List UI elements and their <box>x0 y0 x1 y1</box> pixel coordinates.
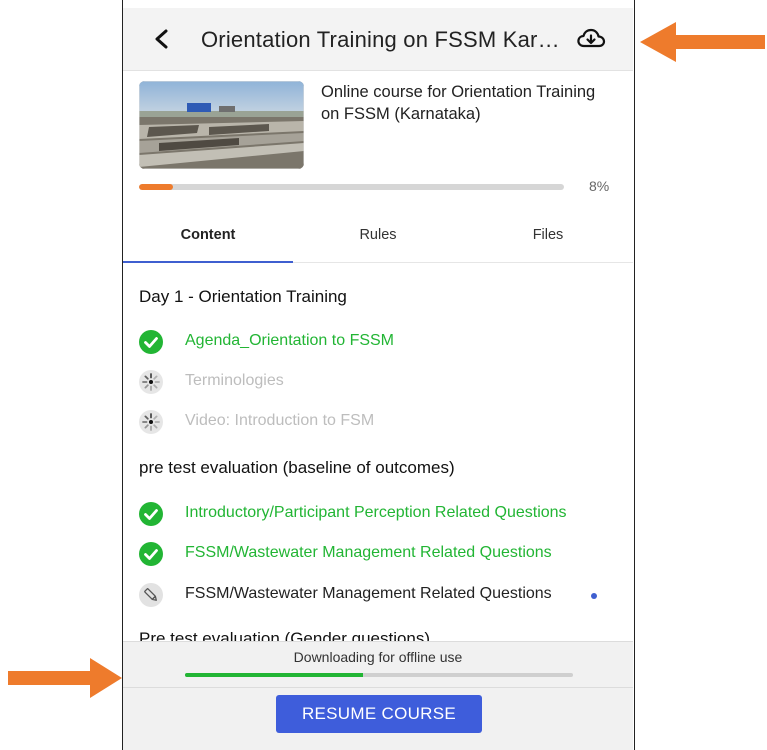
list-item[interactable]: Introductory/Participant Perception Rela… <box>139 499 619 529</box>
course-progress-bar <box>139 184 564 190</box>
content-list: Day 1 - Orientation Training Agenda_Orie… <box>123 263 633 643</box>
resume-course-button[interactable]: RESUME COURSE <box>276 695 482 733</box>
list-item-label: FSSM/Wastewater Management Related Quest… <box>185 585 585 603</box>
course-progress-fill <box>139 184 173 190</box>
check-circle-icon <box>139 330 163 354</box>
phone-screen: Orientation Training on FSSM Karnataka <box>122 0 635 750</box>
download-progress-bar <box>185 673 573 677</box>
loading-spinner-icon <box>139 410 163 434</box>
annotation-arrow-left-icon <box>640 22 765 62</box>
divider <box>123 687 633 688</box>
list-item-label: Introductory/Participant Perception Rela… <box>185 504 567 521</box>
list-item[interactable]: Video: Introduction to FSM <box>139 407 619 437</box>
unread-dot <box>591 593 597 599</box>
download-status-text: Downloading for offline use <box>293 649 463 665</box>
page-title: Orientation Training on FSSM Karnataka <box>201 27 561 52</box>
course-thumbnail <box>139 81 304 169</box>
tab-bar: Content Rules Files <box>123 212 633 263</box>
section-title: Day 1 - Orientation Training <box>139 287 347 306</box>
download-progress-fill <box>185 673 364 677</box>
list-item-label: Terminologies <box>185 372 284 389</box>
list-item[interactable]: FSSM/Wastewater Management Related Quest… <box>139 539 619 569</box>
annotation-arrow-right-icon <box>8 658 122 698</box>
list-item-text: FSSM/Wastewater Management Related Quest… <box>185 585 552 602</box>
course-description: Online course for Orientation Training o… <box>321 83 596 123</box>
pencil-icon <box>139 583 163 607</box>
list-item-label: Video: Introduction to FSM <box>185 412 375 429</box>
cloud-download-icon <box>577 28 606 48</box>
course-progress-label: 8% <box>589 178 610 194</box>
list-item-label: FSSM/Wastewater Management Related Quest… <box>185 544 552 561</box>
list-item[interactable]: FSSM/Wastewater Management Related Quest… <box>139 580 619 610</box>
course-thumbnail-image <box>139 81 304 169</box>
list-item[interactable]: Terminologies <box>139 367 619 397</box>
check-circle-icon <box>139 502 163 526</box>
tab-files[interactable]: Files <box>463 212 633 262</box>
section-title: pre test evaluation (baseline of outcome… <box>139 458 455 477</box>
list-item[interactable]: Agenda_Orientation to FSSM <box>139 327 619 357</box>
tab-content[interactable]: Content <box>123 212 293 263</box>
list-item-label: Agenda_Orientation to FSSM <box>185 332 395 349</box>
back-button[interactable] <box>145 22 179 56</box>
tab-rules[interactable]: Rules <box>293 212 463 262</box>
chevron-left-icon <box>155 29 168 49</box>
course-info: Online course for Orientation Training o… <box>123 71 633 211</box>
loading-spinner-icon <box>139 370 163 394</box>
app-header: Orientation Training on FSSM Karnataka <box>123 8 633 71</box>
bottom-bar: Downloading for offline use RESUME COURS… <box>123 641 633 750</box>
check-circle-icon <box>139 542 163 566</box>
download-button[interactable] <box>573 22 609 56</box>
